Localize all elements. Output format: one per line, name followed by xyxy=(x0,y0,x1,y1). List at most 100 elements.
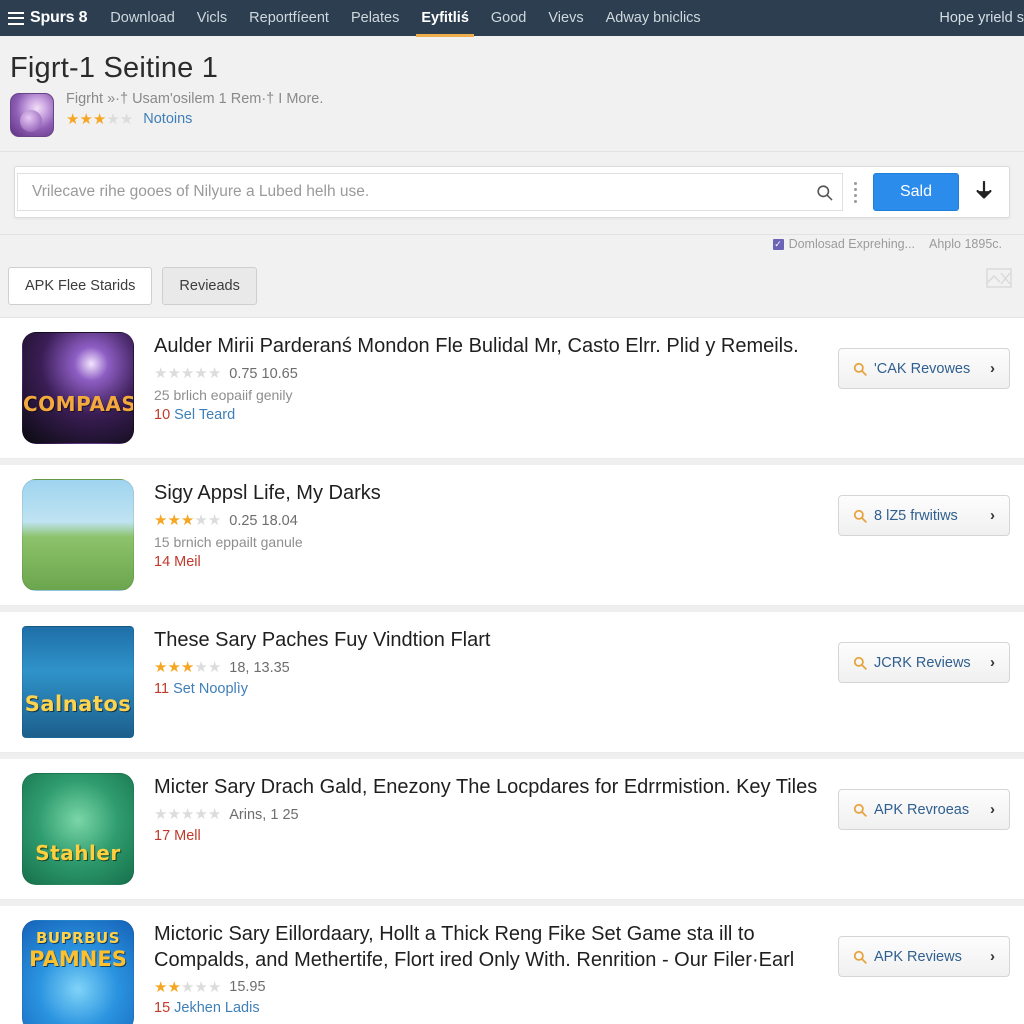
result-link-text[interactable]: Set Nooplìy xyxy=(173,681,248,697)
result-rating: ★★★★★ 0.25 18.04 xyxy=(154,513,824,529)
page-header-meta: Figrht »·† Usam'osilem 1 Rem·† I More. ★… xyxy=(66,89,323,127)
result-title[interactable]: Mictoric Sary Eillordaary, Hollt a Thick… xyxy=(154,922,824,973)
apk-reviews-button[interactable]: APK Revroeas › xyxy=(838,789,1010,830)
result-star-rating: ★★★★★ xyxy=(154,365,222,383)
nav-right-label[interactable]: Hope yrield s xyxy=(939,0,1024,36)
result-subtext: 25 brlich eopaiif genily xyxy=(154,386,293,403)
result-thumbnail[interactable]: Salnatos xyxy=(22,626,134,738)
apk-reviews-button-label: APK Reviews xyxy=(874,948,962,965)
nav-item-6[interactable]: Vievs xyxy=(547,1,584,36)
result-thumbnail[interactable]: BUPRBUS PAMNES xyxy=(22,920,134,1024)
search-icon xyxy=(853,509,867,523)
page-header: Figrt-1 Seitine 1 Figrht »·† Usam'osilem… xyxy=(0,36,1024,152)
result-rating-numbers: 0.75 10.65 xyxy=(229,365,298,382)
page-title: Figrt-1 Seitine 1 xyxy=(10,52,219,84)
search-input-container xyxy=(17,173,843,211)
result-link-count: 15 xyxy=(154,1000,171,1017)
result-link-line[interactable]: 11 Set Nooplìy xyxy=(154,681,824,697)
result-action: APK Revroeas › xyxy=(838,773,1010,830)
apk-reviews-button-label: 8 lZ5 frwitiws xyxy=(874,507,958,524)
result-star-rating: ★★★★★ xyxy=(154,659,222,677)
result-link-text[interactable]: Sel Teard xyxy=(174,407,235,423)
top-navigation-bar: Spurs 8 Download Vicls Reportfíeent Pelates… xyxy=(0,0,1024,37)
search-icon xyxy=(853,803,867,817)
notice-text-secondary: Ahplo 1895c. xyxy=(929,237,1002,251)
search-section: Sald xyxy=(0,152,1024,235)
tab-1[interactable]: Revieads xyxy=(162,267,257,305)
apk-reviews-button[interactable]: 'CAK Revowes › xyxy=(838,348,1010,389)
result-row[interactable]: Stahler Micter Sary Drach Gald, Enezony T… xyxy=(0,759,1024,900)
result-title[interactable]: Aulder Mirii Parderanś Mondon Fle Bulid… xyxy=(154,334,824,360)
apk-reviews-button-label: JCRK Reviews xyxy=(874,654,971,671)
apk-reviews-button[interactable]: 8 lZ5 frwitiws › xyxy=(838,495,1010,536)
result-action: 8 lZ5 frwitiws › xyxy=(838,479,1010,536)
result-title[interactable]: Micter Sary Drach Gald, Enezony The Locp… xyxy=(154,775,824,801)
result-link-text[interactable]: Jekhen Ladis xyxy=(174,1000,259,1016)
search-input[interactable] xyxy=(18,174,808,210)
nav-item-4[interactable]: Eyfitliś xyxy=(416,1,474,37)
result-thumbnail[interactable]: COMPAAS xyxy=(22,332,134,444)
result-star-rating: ★★★★★ xyxy=(154,978,222,996)
chevron-right-icon: › xyxy=(990,507,995,524)
page-header-row: Figrht »·† Usam'osilem 1 Rem·† I More. ★… xyxy=(8,89,1024,137)
search-icon xyxy=(853,950,867,964)
apk-reviews-button[interactable]: JCRK Reviews › xyxy=(838,642,1010,683)
nav-item-7[interactable]: Adway bniclics xyxy=(605,1,702,36)
result-row[interactable]: BUPRBUS PAMNES Mictoric Sary Eillordaary, … xyxy=(0,906,1024,1024)
result-link-line[interactable]: 10 Sel Teard xyxy=(154,407,824,423)
page-header-link[interactable]: Notoins xyxy=(143,111,192,127)
search-icon[interactable] xyxy=(808,174,842,210)
result-link-line[interactable]: 15 Jekhen Ladis xyxy=(154,1000,824,1016)
nav-item-5[interactable]: Good xyxy=(490,1,527,36)
search-submit-button[interactable]: Sald xyxy=(872,173,959,211)
apk-reviews-button-label: 'CAK Revowes xyxy=(874,360,971,377)
broken-image-icon xyxy=(986,267,1012,289)
app-avatar xyxy=(10,93,54,137)
notice-text: Domlosad Exprehing... xyxy=(788,237,916,251)
nav-item-1[interactable]: Vicls xyxy=(196,1,228,36)
chevron-right-icon: › xyxy=(990,360,995,377)
result-row[interactable]: Salnatos These Sary Paches Fuy Vindtion F… xyxy=(0,612,1024,753)
apk-reviews-button[interactable]: APK Reviews › xyxy=(838,936,1010,977)
result-content: Sigy Appsl Life, My Darks ★★★★★ 0.25 18.04… xyxy=(154,479,824,570)
page-subtitle: Figrht »·† Usam'osilem 1 Rem·† I More. xyxy=(66,91,324,107)
tab-row: APK Flee Starids Revieads xyxy=(0,257,1024,318)
thumbnail-label: Salnatos xyxy=(24,691,132,716)
nav-item-3[interactable]: Pelates xyxy=(350,1,400,36)
result-title[interactable]: These Sary Paches Fuy Vindtion Flart xyxy=(154,628,824,654)
checkbox-checked-icon[interactable]: ✓ xyxy=(772,238,784,250)
result-content: Aulder Mirii Parderanś Mondon Fle Bulid… xyxy=(154,332,824,423)
page-rating-line: ★★★★★ Notoins xyxy=(66,111,323,127)
result-content: Micter Sary Drach Gald, Enezony The Locp… xyxy=(154,773,824,844)
result-link-count: 10 xyxy=(154,406,171,423)
result-link-count: 17 xyxy=(154,827,171,844)
tab-0[interactable]: APK Flee Starids xyxy=(8,267,153,305)
result-title[interactable]: Sigy Appsl Life, My Darks xyxy=(154,481,824,507)
thumbnail-label: COMPAAS xyxy=(23,392,134,416)
result-link-line[interactable]: 14 Meil xyxy=(154,554,824,570)
brand-logo[interactable]: Spurs 8 xyxy=(30,9,87,27)
more-vertical-icon[interactable] xyxy=(843,173,869,211)
result-thumbnail[interactable]: Stahler xyxy=(22,773,134,885)
result-action: JCRK Reviews › xyxy=(838,626,1010,683)
search-icon xyxy=(853,362,867,376)
result-row[interactable]: Sigy Appsl Life, My Darks ★★★★★ 0.25 18.04… xyxy=(0,465,1024,606)
result-row[interactable]: COMPAAS Aulder Mirii Parderanś Mondon Fl… xyxy=(0,318,1024,459)
result-content: These Sary Paches Fuy Vindtion Flart ★★★★… xyxy=(154,626,824,697)
result-link-line[interactable]: 17 Mell xyxy=(154,828,824,844)
result-link-count: 11 xyxy=(154,680,170,697)
download-arrow-icon[interactable] xyxy=(967,173,1001,211)
result-rating: ★★★★★ Arins, 1 25 xyxy=(154,807,824,823)
result-link-text[interactable]: Meil xyxy=(174,554,201,570)
nav-item-0[interactable]: Download xyxy=(109,1,176,36)
result-rating: ★★★★★ 15.95 xyxy=(154,979,824,995)
result-thumbnail[interactable] xyxy=(22,479,134,591)
result-link-text[interactable]: Mell xyxy=(174,828,201,844)
hamburger-menu-icon[interactable] xyxy=(8,11,24,25)
thumbnail-label: BUPRBUS xyxy=(35,929,121,947)
result-rating-numbers: Arins, 1 25 xyxy=(229,806,299,823)
nav-item-2[interactable]: Reportfíeent xyxy=(248,1,330,36)
chevron-right-icon: › xyxy=(990,801,995,818)
result-subtext: 15 brnich eppailt ganule xyxy=(154,533,303,550)
notice-row: ✓ Domlosad Exprehing... Ahplo 1895c. xyxy=(0,235,1024,257)
